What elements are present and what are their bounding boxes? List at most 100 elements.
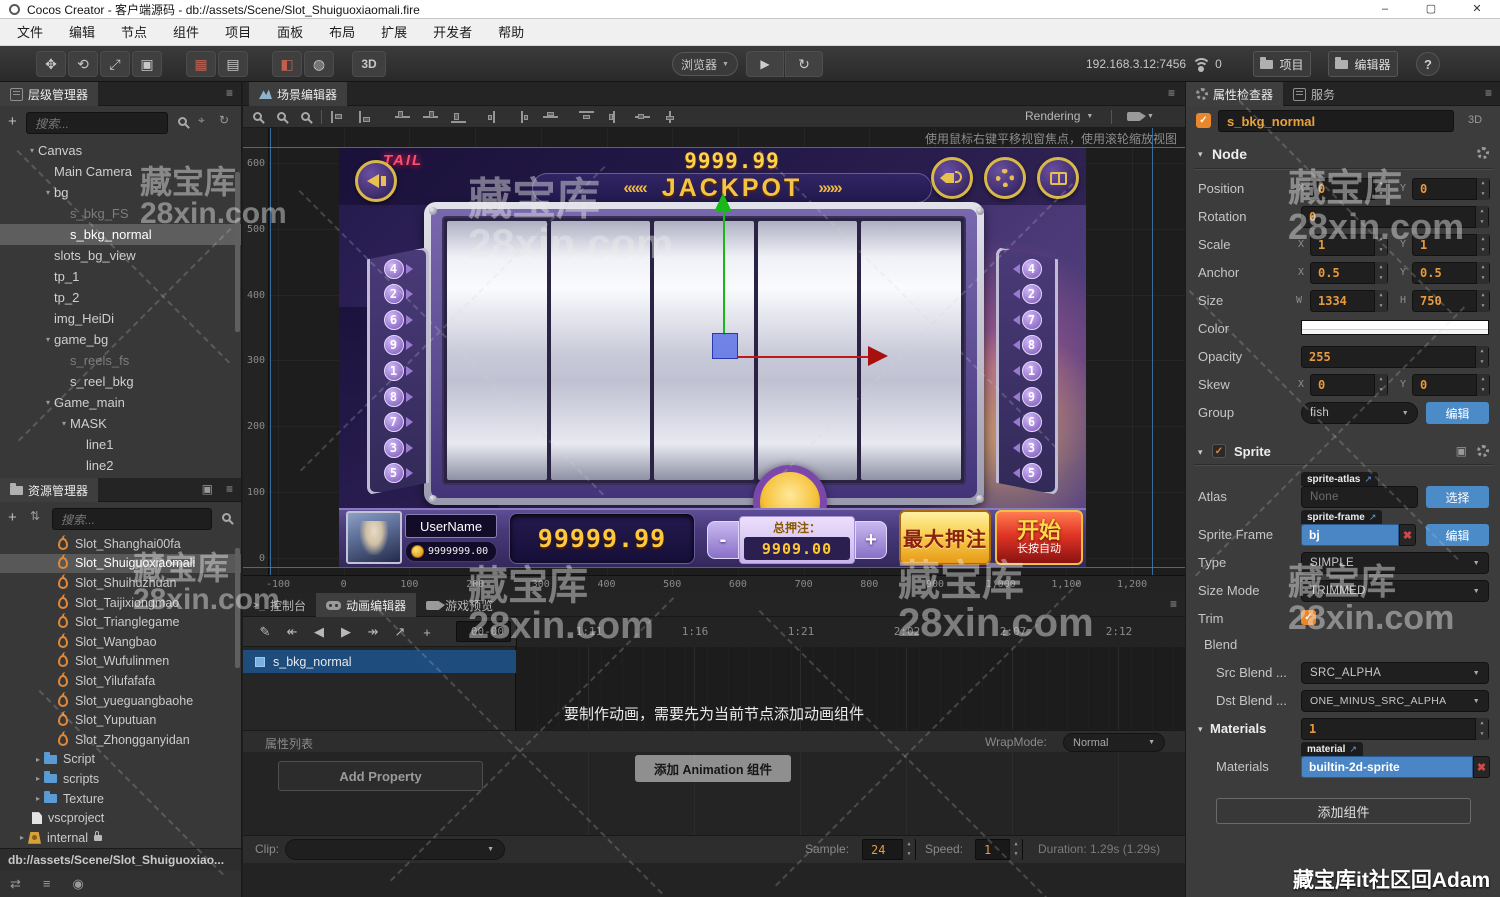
maximize-button[interactable]: ▢ [1408,0,1454,19]
type-select[interactable]: SIMPLE▼ [1301,552,1489,574]
add-component-button[interactable]: 添加组件 [1216,798,1471,824]
camera-view-select[interactable]: ▼ [1127,112,1154,121]
bet-plus-button[interactable]: + [855,521,887,559]
sound-button[interactable] [931,157,973,199]
hierarchy-node-bg[interactable]: ▾bg [0,182,241,203]
asset-Slot_Taijixiongmao[interactable]: Slot_Taijixiongmao [0,593,241,613]
panel-menu-icon[interactable]: ≡ [1170,597,1177,611]
collapse-icon[interactable]: ▸ [32,755,44,764]
design-resolution-tool[interactable]: ◧ [272,51,302,77]
database-icon[interactable]: ≡ [43,876,51,891]
hierarchy-node-MASK[interactable]: ▾MASK [0,413,241,434]
panel-menu-icon[interactable]: ≡ [226,482,233,496]
menu-item-0[interactable]: 文件 [4,19,56,46]
menu-item-5[interactable]: 面板 [264,19,316,46]
sprite-frame-edit-button[interactable]: 编辑 [1426,524,1489,546]
rect-tool[interactable]: ▣ [132,51,162,77]
refresh-icon[interactable]: ↻ [219,113,229,127]
panel-menu-icon[interactable]: ≡ [1168,86,1175,100]
assets-scrollbar[interactable] [235,548,240,668]
align-tool-10-icon[interactable] [635,111,650,123]
anchor-x-input[interactable]: 0.5▲▼ [1310,262,1388,284]
menu-item-3[interactable]: 组件 [160,19,212,46]
expand-icon[interactable]: ▾ [58,419,70,428]
collapse-icon[interactable]: ▸ [32,794,44,803]
skew-x-input[interactable]: 0▲▼ [1310,374,1388,396]
hierarchy-node-tp_2[interactable]: tp_2 [0,287,241,308]
menu-item-2[interactable]: 节点 [108,19,160,46]
align-tool-7-icon[interactable] [543,111,558,123]
open-editor-button[interactable]: 编辑器 [1328,51,1398,77]
sprite-enabled-checkbox[interactable]: ✓ [1212,444,1226,458]
tab-inspector[interactable]: 属性检查器 [1186,82,1283,106]
node-section-header[interactable]: ▾ Node [1186,144,1500,164]
clear-material-button[interactable]: ✖ [1473,756,1490,778]
assets-search-input[interactable]: 搜索... [52,508,212,530]
asset-Slot_Yilufafafa[interactable]: Slot_Yilufafafa [0,671,241,691]
sprite-section-header[interactable]: ▾ ✓ Sprite ▣ [1186,442,1500,462]
asset-Slot_Wangbao[interactable]: Slot_Wangbao [0,632,241,652]
dst-blend-select[interactable]: ONE_MINUS_SRC_ALPHA▼ [1301,690,1489,712]
back-button[interactable] [355,160,397,202]
align-tool-1-icon[interactable] [359,111,374,123]
asset-Slot_Zhongganyidan[interactable]: Slot_Zhongganyidan [0,730,241,750]
settings-button[interactable] [984,157,1026,199]
copy-component-icon[interactable]: ▣ [1456,444,1467,458]
hierarchy-node-game_bg[interactable]: ▾game_bg [0,329,241,350]
group-select[interactable]: fish ▼ [1301,402,1418,424]
menu-item-1[interactable]: 编辑 [56,19,108,46]
asset-Slot_Trianglegame[interactable]: Slot_Trianglegame [0,612,241,632]
asset-Slot_Shuiguoxiaomali[interactable]: Slot_Shuiguoxiaomali [0,554,241,574]
timeline-ruler[interactable]: 1:111:161:212:022:072:12 [516,617,1185,647]
size-h-input[interactable]: 750▲▼ [1412,290,1490,312]
sprite-frame-value-field[interactable]: bj [1301,524,1399,546]
color-swatch[interactable] [1301,320,1489,335]
gizmo-y-axis[interactable] [723,211,725,335]
hierarchy-node-Game_main[interactable]: ▾Game_main [0,392,241,413]
asset-Slot_Shuihuzhuan[interactable]: Slot_Shuihuzhuan [0,573,241,593]
atlas-value-field[interactable]: None [1301,486,1418,508]
hierarchy-node-tp_1[interactable]: tp_1 [0,266,241,287]
collapse-icon[interactable]: ▸ [32,774,44,783]
src-blend-select[interactable]: SRC_ALPHA▼ [1301,662,1489,684]
menu-item-4[interactable]: 项目 [212,19,264,46]
group-edit-button[interactable]: 编辑 [1426,402,1489,424]
tab-scene-editor[interactable]: 场景编辑器 [249,82,347,106]
hierarchy-scrollbar[interactable] [235,172,240,332]
add-key-button[interactable]: + [415,621,439,643]
align-tool-4-icon[interactable] [451,111,466,123]
asset-vscproject[interactable]: vscproject [0,808,241,828]
gizmo-x-axis[interactable] [738,356,868,358]
sort-icon[interactable]: ⇅ [30,509,40,523]
menu-item-7[interactable]: 扩展 [368,19,420,46]
wrap-mode-select[interactable]: Normal ▼ [1063,733,1165,752]
tab-console[interactable]: >_控制台 [243,593,316,617]
hierarchy-node-line1[interactable]: line1 [0,434,241,455]
jump-start-button[interactable]: ↞ [280,621,304,643]
speed-input[interactable]: 1▲▼ [975,839,1023,860]
expand-icon[interactable]: ▾ [26,146,38,155]
material-tag[interactable]: material↗ [1301,742,1363,756]
add-property-button[interactable]: Add Property [278,761,483,791]
prev-frame-button[interactable]: ◀ [307,621,331,643]
panel-menu-icon[interactable]: ≡ [226,86,233,100]
asset-Slot_Shanghai00fa[interactable]: Slot_Shanghai00fa [0,534,241,554]
panel-menu-icon[interactable]: ≡ [1485,86,1492,100]
gear-icon[interactable] [1477,445,1489,457]
menu-item-6[interactable]: 布局 [316,19,368,46]
align-tool-6-icon[interactable] [515,111,530,123]
hierarchy-node-line2[interactable]: line2 [0,455,241,476]
gizmo-x-arrow-icon[interactable] [868,346,888,366]
size-w-input[interactable]: 1334▲▼ [1310,290,1388,312]
eye-icon[interactable]: ◉ [73,876,84,892]
bet-minus-button[interactable]: - [707,521,739,559]
asset-scripts[interactable]: ▸scripts [0,769,241,789]
zoom-in-icon[interactable] [253,112,262,121]
asset-Script[interactable]: ▸Script [0,750,241,770]
max-bet-button[interactable]: 最大押注 [899,510,991,565]
copy-icon[interactable]: ▣ [202,482,213,496]
tab-assets[interactable]: 资源管理器 [0,478,98,502]
expand-icon[interactable]: ▾ [42,398,54,407]
gizmo-anchor-tool[interactable]: ▤ [218,51,248,77]
align-tool-11-icon[interactable] [663,111,678,123]
